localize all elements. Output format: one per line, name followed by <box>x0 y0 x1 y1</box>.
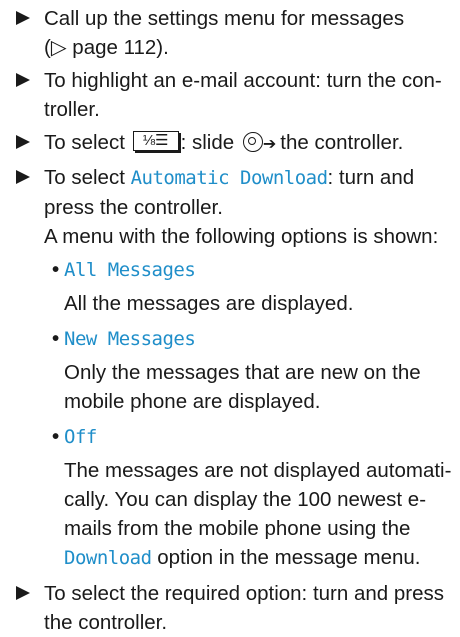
step-3-text-after: the controller. <box>280 131 404 154</box>
step-4: To select Automatic Download: turn and p… <box>16 163 454 573</box>
controller-slide-icon <box>242 132 263 152</box>
triangle-right-icon <box>16 586 30 600</box>
triangle-right-icon <box>16 170 30 184</box>
triangle-right-icon <box>16 135 30 149</box>
option-description-text: The messages are not displayed automati-… <box>64 459 452 540</box>
menu-intro-text: A menu with the following options is sho… <box>44 225 439 248</box>
step-5-text: To select the required option: turn and … <box>44 582 444 634</box>
step-3-text-before: To select <box>44 131 125 154</box>
triangle-right-icon <box>16 11 30 25</box>
option-name: New Messages <box>64 328 196 350</box>
step-3: To select ⅛☰ : slide ➔ the controller. <box>16 128 454 159</box>
option-description: Only the messages that are new on the mo… <box>64 361 421 413</box>
download-keyword: Download <box>64 547 152 569</box>
page-reference: (▷ page 112). <box>44 36 169 59</box>
option-item: • All Messages All the messages are displ… <box>52 255 454 318</box>
option-description: All the messages are displayed. <box>64 292 354 315</box>
option-item: • Off The messages are not displayed auto… <box>52 422 454 573</box>
option-item: • New Messages Only the messages that are… <box>52 324 454 416</box>
option-name: Off <box>64 426 97 448</box>
menu-button-icon: ⅛☰ <box>132 131 179 151</box>
step-2-text: To highlight an e-mail account: turn the… <box>44 69 442 121</box>
option-name: All Messages <box>64 259 196 281</box>
bullet-icon: • <box>52 425 60 448</box>
step-5: To select the required option: turn and … <box>16 579 454 637</box>
step-1-text: Call up the settings menu for messages <box>44 7 405 30</box>
step-2: To highlight an e-mail account: turn the… <box>16 66 454 124</box>
step-1: Call up the settings menu for messages (… <box>16 4 454 62</box>
bullet-icon: • <box>52 327 60 350</box>
step-3-text-mid: : slide <box>180 131 235 154</box>
arrow-right-icon: ➔ <box>262 136 277 153</box>
bullet-icon: • <box>52 258 60 281</box>
step-4-text-before: To select <box>44 166 125 189</box>
triangle-right-icon <box>16 73 30 87</box>
automatic-download-keyword: Automatic Download <box>130 167 328 189</box>
options-list: • All Messages All the messages are displ… <box>44 255 454 573</box>
menu-key-glyph: ⅛☰ <box>142 132 169 149</box>
option-description-text-after: option in the message menu. <box>157 546 421 569</box>
option-description: The messages are not displayed automati-… <box>52 456 454 573</box>
instructions-page: Call up the settings menu for messages (… <box>0 0 460 637</box>
